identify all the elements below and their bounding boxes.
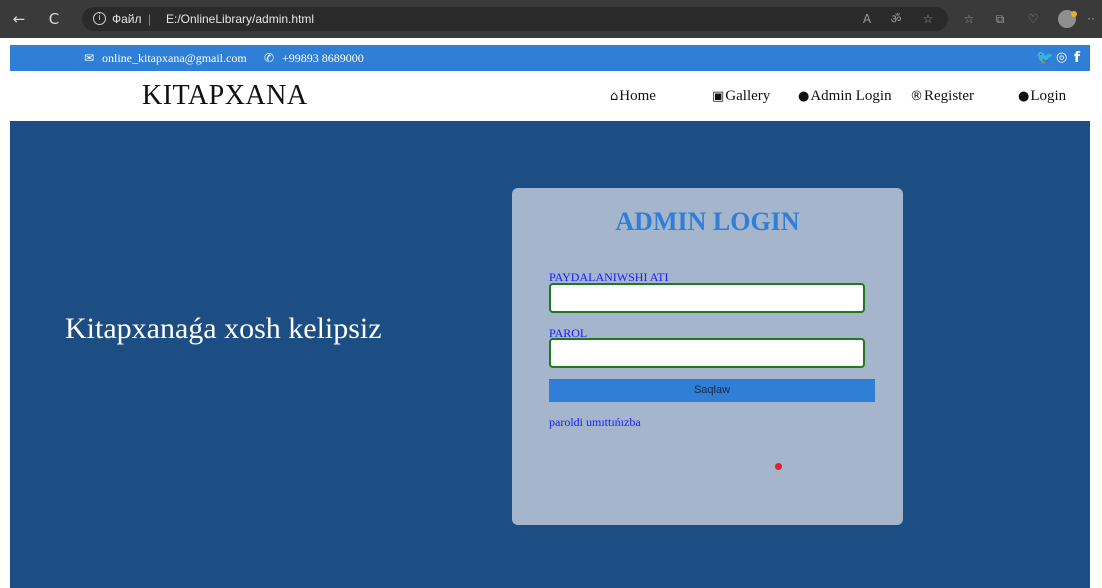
email-icon: ✉ (84, 51, 95, 65)
save-button[interactable]: Saqlaw (549, 379, 875, 402)
user-icon: ● (798, 89, 810, 104)
extensions-icon[interactable]: ♡ (1024, 10, 1042, 28)
red-dot-marker (775, 463, 782, 470)
instagram-icon[interactable]: ◎ (1056, 49, 1067, 67)
browser-toolbar: ← C i Файл | E:/OnlineLibrary/admin.html… (0, 0, 1102, 38)
more-options-icon[interactable]: ·· (1084, 10, 1098, 28)
site-brand[interactable]: KITAPXANA (142, 80, 308, 112)
welcome-heading: Kitapxanaǵa xosh kelipsiz (65, 312, 382, 345)
phone-icon: ✆ (264, 51, 275, 65)
forgot-password-link[interactable]: paroldi umıttıńızba (549, 415, 641, 429)
nav-admin-login[interactable]: ●Admin Login (798, 86, 892, 106)
address-separator: | (148, 12, 152, 26)
hero-section: Kitapxanaǵa xosh kelipsiz ADMIN LOGIN PA… (10, 121, 1090, 588)
password-input[interactable] (549, 338, 865, 368)
nav-home[interactable]: ⌂Home (610, 86, 656, 106)
nav-login[interactable]: ●Login (1018, 86, 1066, 106)
nav-register-label: Register (924, 88, 974, 104)
main-navbar: KITAPXANA ⌂Home ▣Gallery ●Admin Login ®R… (10, 71, 1090, 121)
twitter-icon[interactable]: 🐦 (1036, 49, 1053, 67)
address-bar[interactable]: i Файл | E:/OnlineLibrary/admin.html (82, 7, 948, 31)
nav-register[interactable]: ®Register (910, 86, 974, 106)
nav-gallery[interactable]: ▣Gallery (712, 86, 770, 106)
contact-email: online_kitapxana@gmail.com (102, 51, 247, 65)
login-title: ADMIN LOGIN (615, 207, 800, 236)
back-arrow-icon[interactable]: ← (9, 9, 29, 29)
contact-phone: +99893 8689000 (282, 51, 364, 65)
home-icon: ⌂ (610, 89, 619, 104)
profile-avatar[interactable] (1058, 10, 1077, 28)
nav-admin-login-label: Admin Login (810, 88, 892, 104)
favorite-star-icon[interactable]: ☆ (919, 10, 937, 28)
site-info-icon[interactable]: i (93, 12, 106, 25)
facebook-icon[interactable]: f (1074, 49, 1080, 67)
read-aloud-icon[interactable]: A (858, 10, 876, 28)
reload-icon[interactable]: C (44, 9, 64, 29)
contact-bar: ✉ online_kitapxana@gmail.com ✆ +99893 86… (10, 45, 1090, 71)
registered-icon: ® (910, 89, 923, 104)
nav-home-label: Home (619, 88, 656, 104)
username-label: PAYDALANIWSHI ATI (549, 270, 669, 284)
address-url[interactable]: E:/OnlineLibrary/admin.html (166, 11, 314, 27)
nav-gallery-label: Gallery (725, 88, 771, 104)
image-icon: ▣ (712, 89, 725, 104)
translate-icon[interactable]: ॐ (887, 10, 905, 28)
address-scheme: Файл (112, 12, 142, 26)
collections-icon[interactable]: ⧉ (991, 10, 1009, 28)
username-input[interactable] (549, 283, 865, 313)
favorites-list-icon[interactable]: ☆ (960, 10, 978, 28)
admin-login-card: ADMIN LOGIN PAYDALANIWSHI ATI PAROL Saql… (512, 188, 903, 525)
nav-login-label: Login (1030, 88, 1067, 104)
user-icon: ● (1018, 89, 1030, 104)
